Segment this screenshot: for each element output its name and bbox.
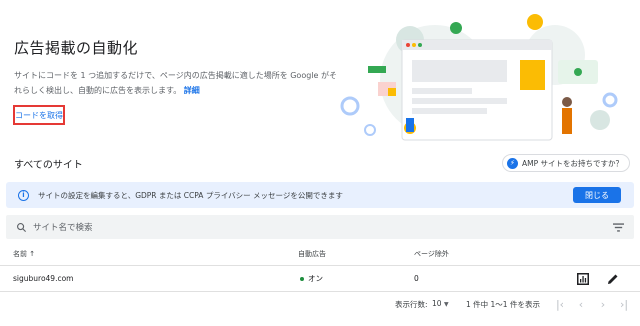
next-page-icon[interactable]: › <box>596 297 610 311</box>
column-header-page-exclusions: ページ除外 <box>414 249 449 258</box>
amp-bolt-icon: ⚡ <box>507 157 518 169</box>
first-page-icon[interactable]: |‹ <box>553 297 567 311</box>
report-icon[interactable] <box>577 273 589 285</box>
table-header: 名前 ↑ 自動広告 ページ除外 <box>0 242 640 266</box>
dropdown-arrow-icon: ▼ <box>443 301 449 308</box>
pagination: 表示行数: 10 ▼ 1 件中 1〜1 件を表示 |‹ ‹ › ›| <box>0 294 640 316</box>
column-header-auto-ads: 自動広告 <box>298 249 326 258</box>
get-code-button[interactable]: コードを取得 <box>13 105 65 125</box>
table-row[interactable]: siguburo49.com オン 0 <box>0 266 640 292</box>
last-page-icon[interactable]: ›| <box>617 297 631 311</box>
close-banner-button[interactable]: 閉じる <box>573 187 621 203</box>
search-input[interactable]: サイト名で検索 <box>33 221 93 233</box>
amp-sites-button[interactable]: ⚡ AMP サイトをお持ちですか？ <box>502 154 630 172</box>
details-link[interactable]: 詳細 <box>184 86 200 95</box>
banner-text: サイトの設定を編集すると、GDPR または CCPA プライバシー メッセージを… <box>38 190 343 200</box>
amp-button-label: AMP サイトをお持ちですか？ <box>522 158 624 168</box>
edit-icon[interactable] <box>607 273 619 285</box>
page-exclusions-count: 0 <box>414 274 419 283</box>
auto-ads-status-text: オン <box>308 274 323 283</box>
page-range-text: 1 件中 1〜1 件を表示 <box>466 300 540 309</box>
filter-icon[interactable] <box>613 223 624 232</box>
rows-per-page-value: 10 <box>432 299 442 308</box>
sites-section-title: すべてのサイト <box>14 160 83 171</box>
page-title: 広告掲載の自動化 <box>14 39 139 57</box>
rows-per-page-label: 表示行数: <box>395 300 428 309</box>
description-text: サイトにコードを 1 つ追加するだけで、ページ内の広告掲載に適した場所を Goo… <box>14 71 337 95</box>
search-icon <box>17 222 27 232</box>
status-dot-icon <box>300 276 304 281</box>
info-icon: i <box>18 189 29 201</box>
site-search-bar[interactable]: サイト名で検索 <box>6 215 634 239</box>
auto-ads-illustration <box>340 14 618 141</box>
rows-per-page-select[interactable]: 10 ▼ <box>432 299 449 308</box>
site-name: siguburo49.com <box>13 274 74 283</box>
page-description: サイトにコードを 1 つ追加するだけで、ページ内の広告掲載に適した場所を Goo… <box>14 68 344 98</box>
privacy-banner: i サイトの設定を編集すると、GDPR または CCPA プライバシー メッセー… <box>6 182 634 208</box>
auto-ads-status: オン <box>300 266 323 291</box>
column-header-name[interactable]: 名前 ↑ <box>13 242 35 265</box>
previous-page-icon[interactable]: ‹ <box>574 297 588 311</box>
